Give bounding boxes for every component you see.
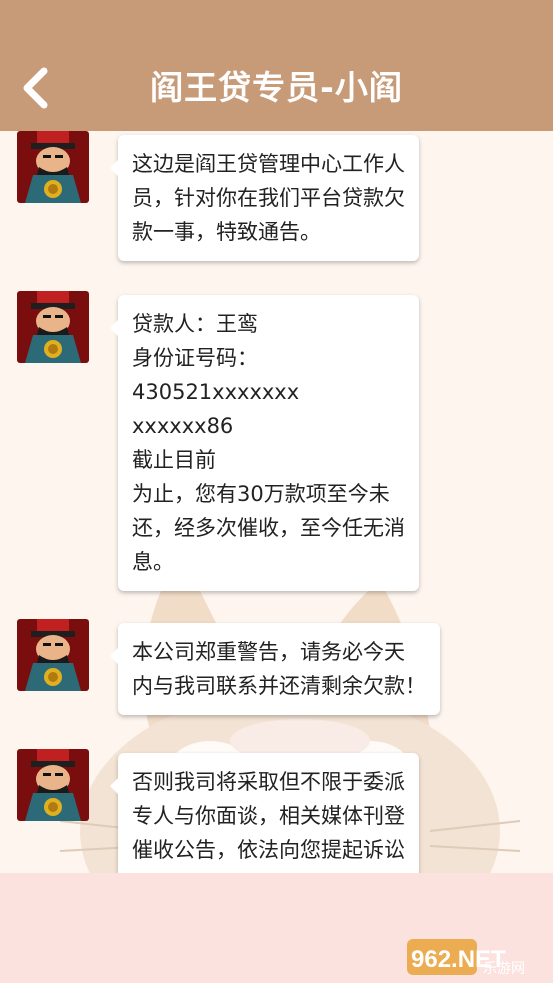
message-bubble: 贷款人：王鸾 身份证号码： 430521xxxxxxx xxxxxx86 截止目… bbox=[110, 295, 419, 591]
king-yama-avatar[interactable] bbox=[17, 619, 89, 691]
bottom-bar: 962.NET 乐游网 bbox=[0, 873, 553, 983]
chat-area[interactable]: 这边是阎王贷管理中心工作人 员，针对你在我们平台贷款欠 款一事，特致通告。 贷款… bbox=[0, 131, 553, 873]
king-yama-avatar[interactable] bbox=[17, 131, 89, 203]
message-bubble: 否则我司将采取但不限于委派 专人与你面谈，相关媒体刊登 催收公告，依法向您提起诉… bbox=[110, 753, 419, 873]
king-yama-avatar[interactable] bbox=[17, 291, 89, 363]
message-bubble: 本公司郑重警告，请务必今天 内与我司联系并还清剩余欠款！ bbox=[110, 623, 440, 715]
king-yama-avatar[interactable] bbox=[17, 749, 89, 821]
message-bubble: 这边是阎王贷管理中心工作人 员，针对你在我们平台贷款欠 款一事，特致通告。 bbox=[110, 135, 419, 261]
page-title: 阎王贷专员-小阎 bbox=[150, 68, 403, 107]
svg-text:乐游网: 乐游网 bbox=[483, 961, 525, 977]
site-watermark-logo: 962.NET 乐游网 bbox=[407, 939, 525, 977]
app-header: 阎王贷专员-小阎 bbox=[0, 0, 553, 131]
